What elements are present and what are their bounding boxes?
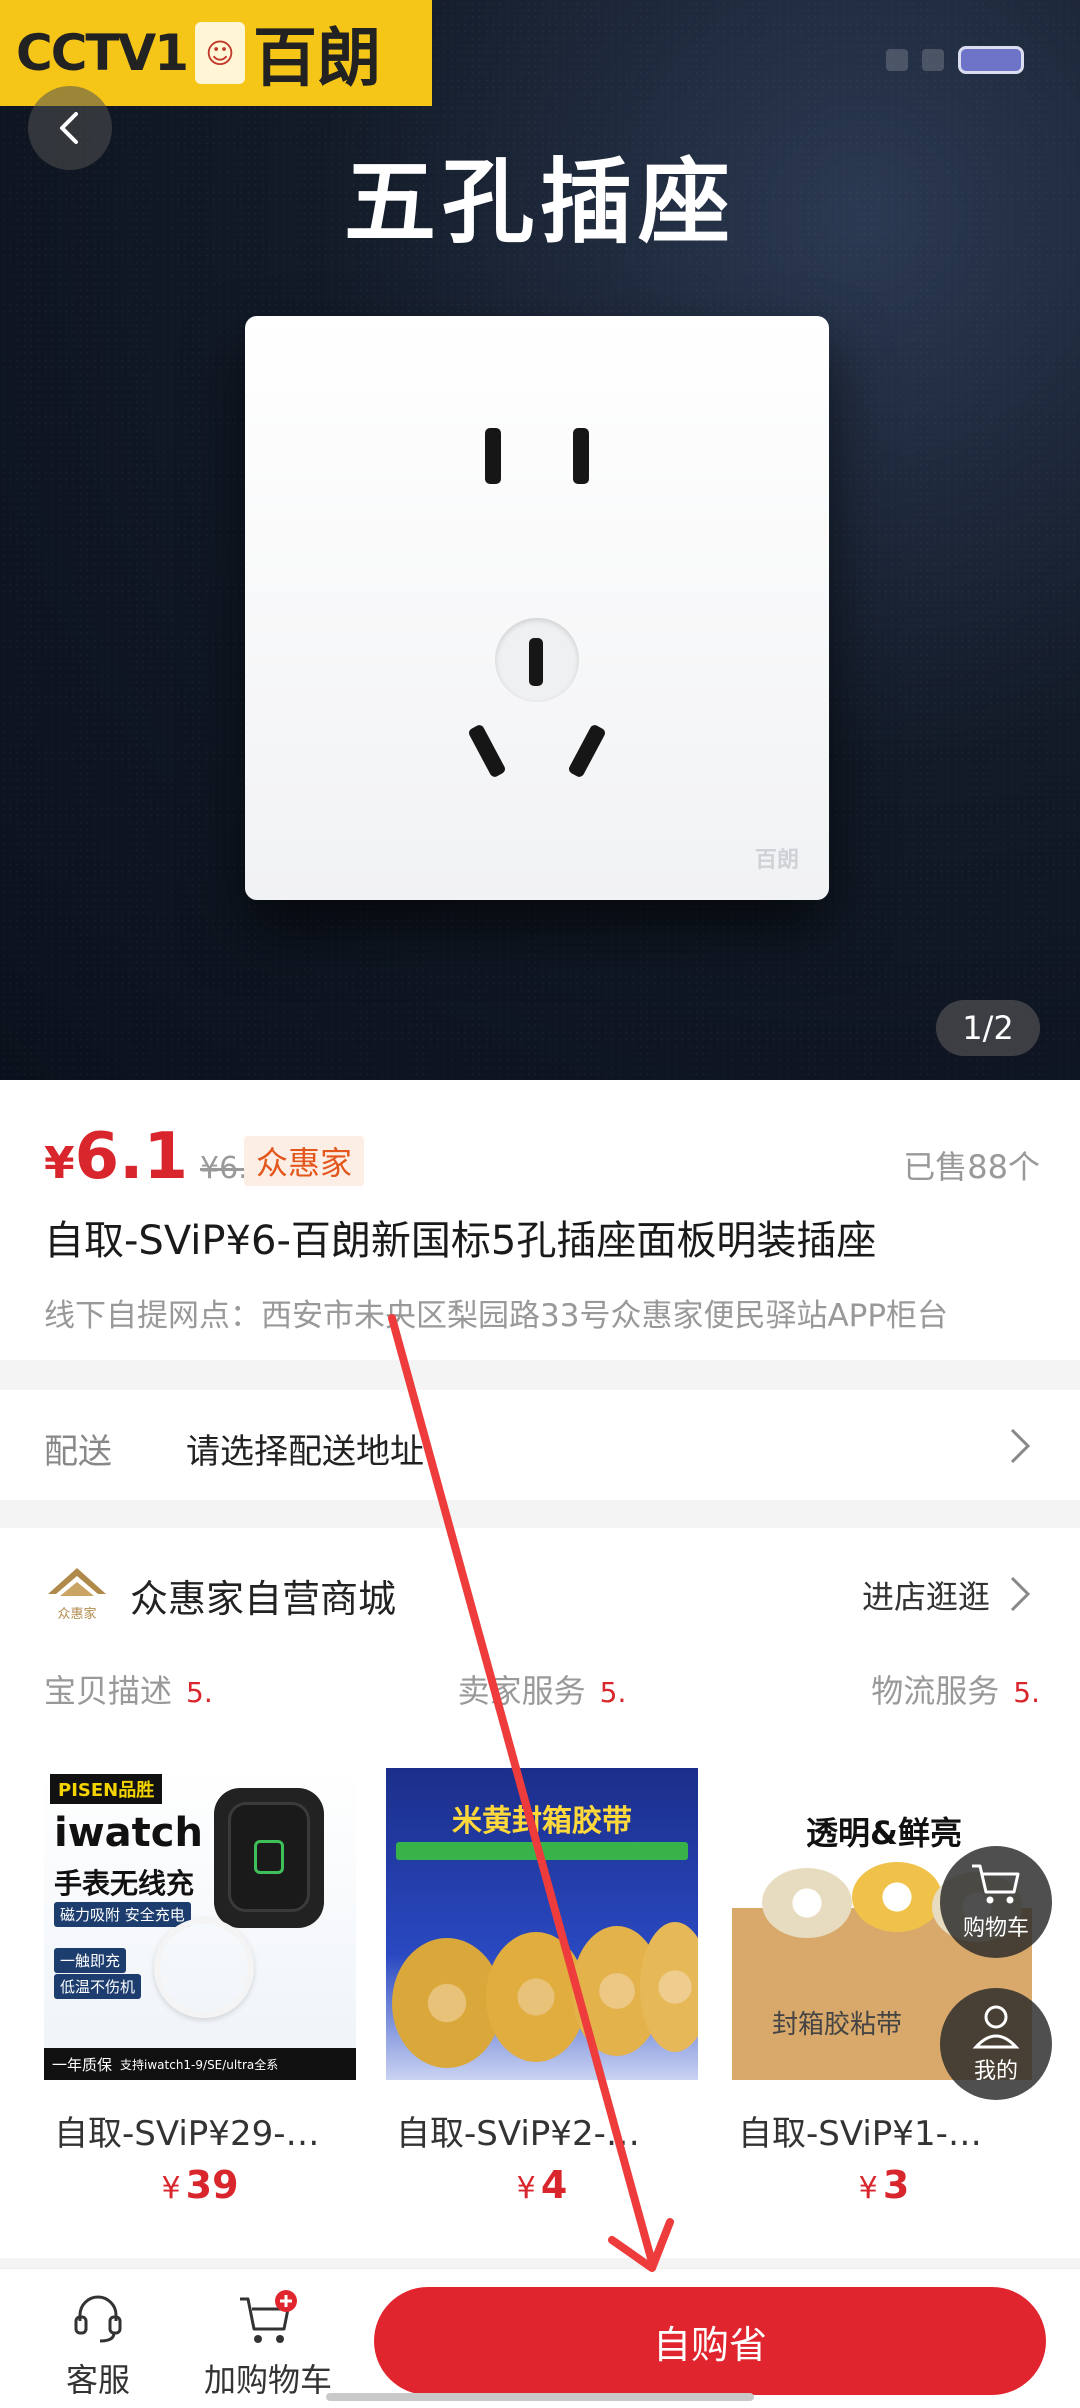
product-image-carousel[interactable]: CCTV1 ☺ 百朗 五孔插座 百朗 1/2 (0, 0, 1080, 1080)
socket-slot (485, 428, 501, 484)
socket-slot (467, 723, 507, 779)
back-arrow-icon (60, 112, 78, 144)
watch-image (214, 1788, 324, 1928)
thumb-title: iwatch (54, 1810, 203, 1856)
shop-logo-icon: 众惠家 (48, 1568, 106, 1622)
user-icon (972, 2005, 1020, 2049)
back-button[interactable] (28, 86, 112, 170)
product-title: 自取-SViP¥6-百朗新国标5孔插座面板明装插座 (44, 1218, 877, 1264)
mascot-icon: ☺ (194, 22, 245, 84)
home-indicator (326, 2393, 754, 2401)
add-to-cart-button[interactable]: 加购物车 (204, 2289, 332, 2401)
svg-text:众惠家: 众惠家 (57, 1606, 96, 1622)
thumb-subtitle: 手表无线充 (54, 1867, 195, 1900)
thumb-strip (396, 1842, 688, 1860)
thumb-title: 米黄封箱胶带 (452, 1804, 632, 1839)
me-label: 我的 (973, 2059, 1018, 2084)
add-cart-label: 加购物车 (204, 2361, 333, 2399)
service-label: 客服 (66, 2361, 131, 2399)
brand-logo-text: 百朗 (252, 22, 381, 96)
currency-symbol: ¥ (44, 1138, 75, 1189)
thumb-tag: 低温不伤机 (54, 1974, 142, 1999)
current-price: 6.1 (74, 1120, 188, 1194)
shop-product-list: PISEN品胜 iwatch 手表无线充 磁力吸附 安全充电 一触即充 低温不伤… (44, 1768, 1040, 2207)
battery-icon (958, 46, 1024, 74)
product-card[interactable]: PISEN品胜 iwatch 手表无线充 磁力吸附 安全充电 一触即充 低温不伤… (44, 1768, 356, 2207)
chevron-right-icon (1000, 1574, 1040, 1614)
floating-cart-button[interactable]: 购物车 (940, 1846, 1052, 1958)
thumb-brand-label: PISEN品胜 (50, 1774, 163, 1804)
socket-slot (573, 428, 589, 484)
product-thumbnail: PISEN品胜 iwatch 手表无线充 磁力吸附 安全充电 一触即充 低温不伤… (44, 1768, 356, 2080)
socket-slot (529, 638, 543, 686)
cart-icon (972, 1864, 1020, 1904)
chevron-right-icon (1000, 1426, 1040, 1466)
shop-name: 众惠家自营商城 (130, 1577, 397, 1621)
product-card-name: 自取-SViP¥2-… (396, 2114, 640, 2154)
channel-logo: CCTV1 (16, 24, 189, 82)
floating-me-button[interactable]: 我的 (940, 1988, 1052, 2100)
socket-slot (567, 723, 607, 779)
product-card-price: ¥ 4 (516, 2163, 568, 2207)
rating-description: 宝贝描述 5. (44, 1672, 213, 1710)
sold-count: 已售88个 (903, 1148, 1040, 1186)
rating-logistics: 物流服务 5. (871, 1672, 1040, 1710)
shop-ratings: 宝贝描述 5. 卖家服务 5. 物流服务 5. (44, 1666, 1040, 1712)
product-card-name: 自取-SViP¥1-… (738, 2114, 982, 2154)
price-section: ¥ 6.1 ¥6.2 众惠家 已售88个 自取-SViP¥6-百朗新国标5孔插座… (0, 1080, 1080, 1360)
add-cart-icon (240, 2290, 297, 2343)
delivery-label: 配送 (44, 1432, 112, 1472)
rating-service: 卖家服务 5. (457, 1672, 627, 1710)
headset-icon (74, 2295, 122, 2343)
product-thumbnail: 米黄封箱胶带 (386, 1768, 698, 2080)
product-detail-screen: CCTV1 ☺ 百朗 五孔插座 百朗 1/2 ¥ 6.1 ¥6.2 众惠家 已售… (0, 0, 1080, 2408)
status-bar (886, 46, 1024, 74)
tape-rolls-image (386, 1918, 698, 2068)
price-row: ¥ 6.1 ¥6.2 (44, 1120, 267, 1194)
thumb-footer: 一年质保 支持iwatch1-9/SE/ultra全系 (44, 2048, 356, 2080)
thumb-tag: 磁力吸附 安全充电 (54, 1902, 191, 1927)
signal-icon (886, 49, 908, 71)
cart-label: 购物车 (962, 1916, 1029, 1941)
product-card-name: 自取-SViP¥29-… (54, 2114, 320, 2154)
product-card[interactable]: 米黄封箱胶带 自取-SViP¥2-… ¥ 4 (386, 1768, 698, 2207)
image-pager: 1/2 (936, 1000, 1040, 1056)
socket-brand-mark: 百朗 (754, 848, 799, 873)
socket-image: 百朗 (245, 316, 829, 900)
product-card-price: ¥ 39 (161, 2163, 239, 2207)
customer-service-button[interactable]: 客服 (66, 2289, 130, 2401)
delivery-address: 请选择配送地址 (186, 1432, 424, 1472)
charger-puck (154, 1918, 254, 2018)
enter-shop-link[interactable]: 进店逛逛 (862, 1572, 990, 1618)
thumb-tag: 一触即充 (54, 1948, 127, 1973)
delivery-row[interactable]: 配送 请选择配送地址 (0, 1390, 1080, 1500)
wifi-icon (922, 49, 944, 71)
shop-section: 众惠家 众惠家自营商城 进店逛逛 宝贝描述 5. 卖家服务 5. 物流服务 5. PI… (0, 1528, 1080, 2258)
buy-button[interactable]: 自购省 (374, 2287, 1046, 2395)
store-tag: 众惠家 (244, 1136, 365, 1186)
pickup-location: 线下自提网点：西安市未央区梨园路33号众惠家便民驿站APP柜台 (44, 1298, 949, 1334)
product-card-price: ¥ 3 (858, 2163, 910, 2207)
bottom-action-bar: 客服 加购物车 自购省 (0, 2268, 1080, 2408)
hero-title: 五孔插座 (343, 149, 736, 256)
